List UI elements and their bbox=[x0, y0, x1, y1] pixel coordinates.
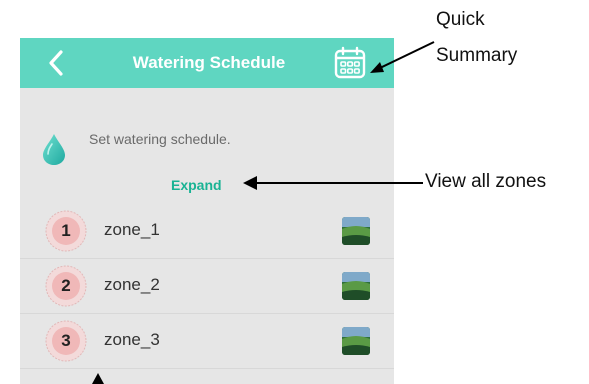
arrow-to-expand bbox=[243, 176, 423, 190]
arrow-up-bottom bbox=[92, 373, 104, 384]
arrow-to-calendar bbox=[370, 41, 435, 73]
annotation-arrows bbox=[92, 41, 435, 384]
